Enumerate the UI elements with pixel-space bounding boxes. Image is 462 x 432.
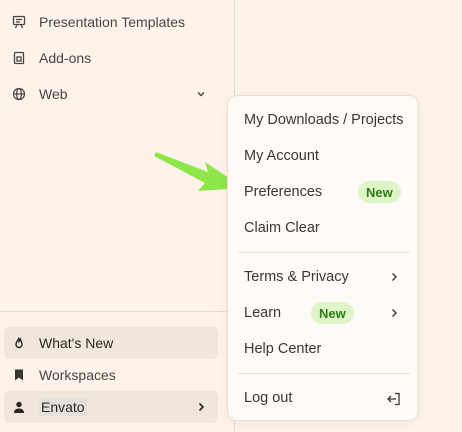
menu-item-label: Claim Clear [244,220,320,236]
new-badge: New [311,302,354,324]
presentation-icon [12,15,26,29]
sidebar-item-workspaces[interactable]: Workspaces [4,359,218,391]
sidebar-item-add-ons[interactable]: Add-ons [4,42,218,74]
menu-item-my-account[interactable]: My Account [228,141,418,171]
menu-item-label: Help Center [244,341,322,357]
menu-item-preferences[interactable]: Preferences New [228,177,418,207]
menu-item-learn[interactable]: Learn New [228,298,418,328]
new-badge: New [358,181,401,203]
sidebar-item-account[interactable]: Envato [4,391,218,423]
sidebar-item-label: Workspaces [39,367,116,383]
sidebar-divider [0,311,235,312]
addon-icon [12,51,26,65]
menu-divider [238,252,410,253]
menu-item-downloads-projects[interactable]: My Downloads / Projects [228,105,418,135]
sidebar-item-web[interactable]: Web [4,78,218,110]
sidebar-item-label: Add-ons [39,50,92,66]
menu-item-label: Preferences [244,184,323,200]
sidebar-item-label: What's New [39,335,114,351]
chevron-right-icon[interactable] [194,400,208,414]
menu-item-label: Terms & Privacy [244,269,349,285]
menu-item-terms-privacy[interactable]: Terms & Privacy [228,262,418,292]
flame-icon [12,336,26,350]
bookmark-icon [12,368,26,382]
menu-item-claim-clear[interactable]: Claim Clear [228,213,418,243]
chevron-right-icon [388,271,400,283]
account-menu: My Downloads / Projects My Account Prefe… [227,95,419,421]
logout-icon [386,391,402,407]
chevron-down-icon[interactable] [194,87,208,101]
menu-item-label: My Downloads / Projects [244,112,404,128]
user-icon [12,400,26,414]
menu-item-label: My Account [244,148,319,164]
globe-icon [12,87,26,101]
sidebar-item-label: Presentation Templates [39,14,186,30]
menu-item-log-out[interactable]: Log out [228,383,418,413]
account-name: Envato [39,398,87,416]
sidebar: Presentation Templates Add-ons Web What'… [0,0,235,432]
chevron-right-icon [388,307,400,319]
menu-divider [238,373,410,374]
menu-item-label: Log out [244,390,293,406]
menu-item-label: Learn [244,305,282,321]
sidebar-item-presentation-templates[interactable]: Presentation Templates [4,6,218,38]
menu-item-help-center[interactable]: Help Center [228,334,418,364]
sidebar-item-whats-new[interactable]: What's New [4,327,218,359]
sidebar-item-label: Web [39,86,68,102]
